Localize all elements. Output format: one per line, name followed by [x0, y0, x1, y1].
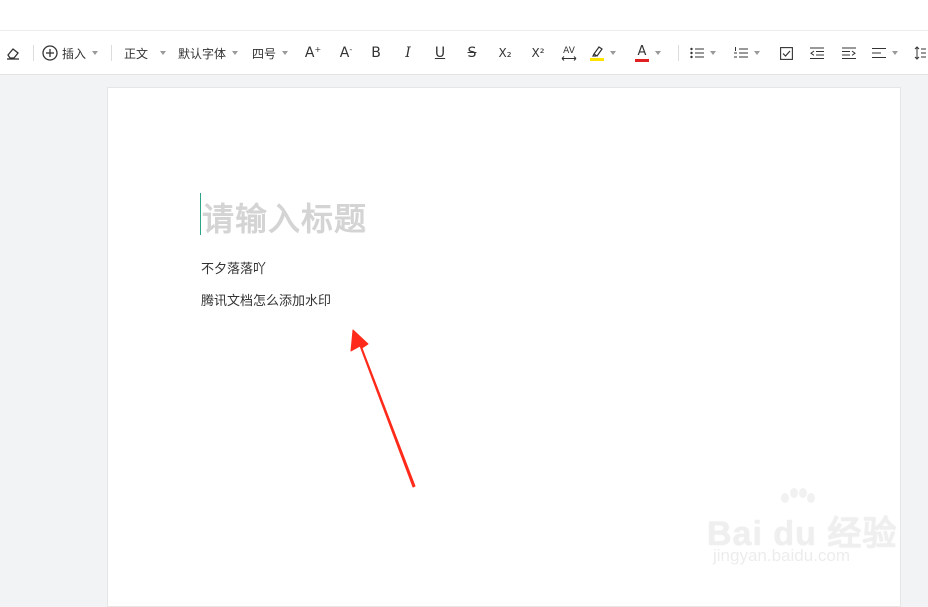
watermark-url: jingyan.baidu.com: [713, 546, 851, 565]
baidu-jingyan-watermark: Bai du 经验 jingyan.baidu.com: [707, 488, 896, 570]
